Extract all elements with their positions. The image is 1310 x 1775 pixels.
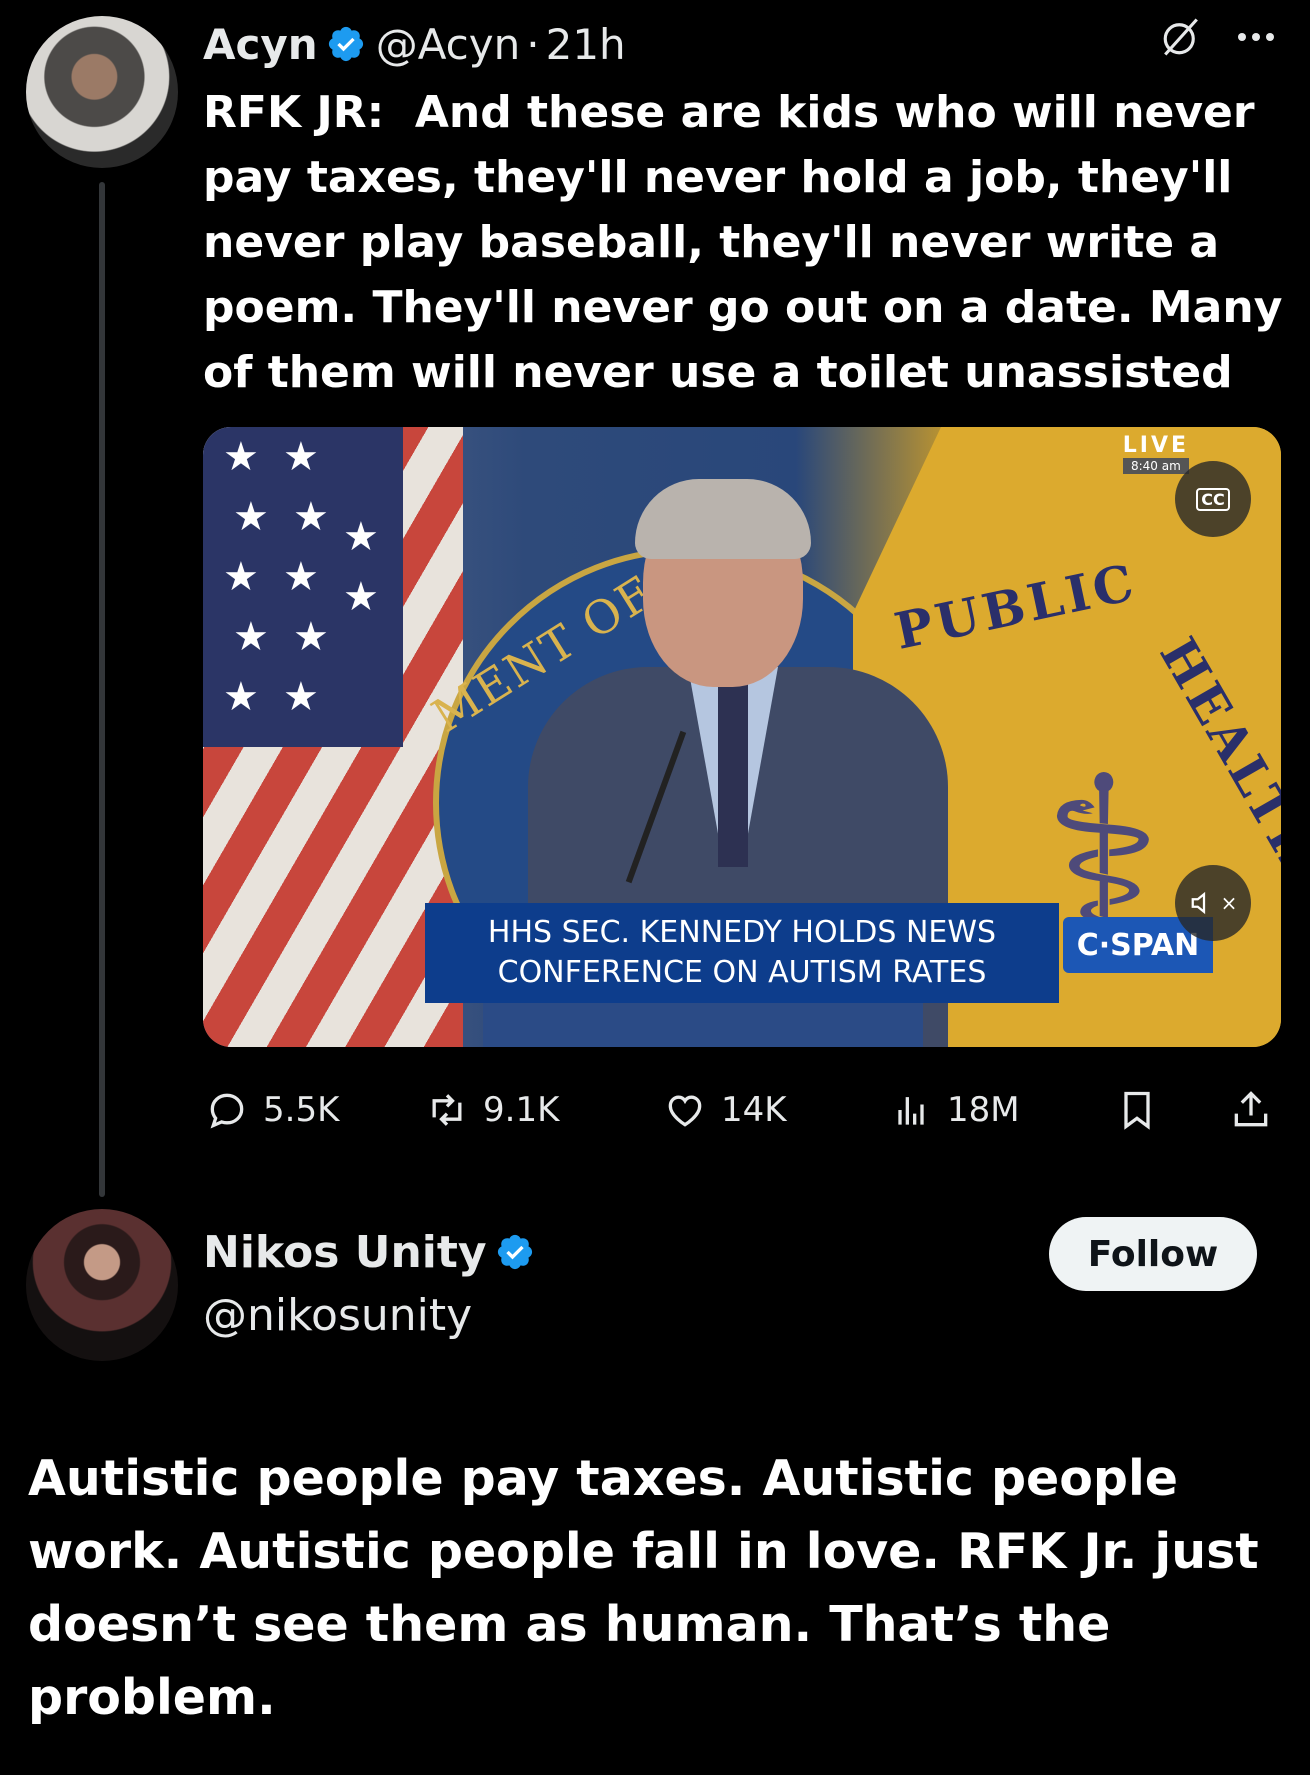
- flag-star: ★: [343, 514, 379, 560]
- reply-action[interactable]: 5.5K: [205, 1080, 339, 1140]
- flag-star: ★: [223, 674, 259, 720]
- follow-button[interactable]: Follow: [1049, 1217, 1257, 1291]
- flag-star: ★: [283, 434, 319, 480]
- tweet-header: Acyn @Acyn · 21h: [203, 14, 626, 74]
- video-player[interactable]: ★ ★ ★ ★ ★ ★ ★ ★ ★ ★ ★ ★ MENT OF PUBLIC H…: [203, 427, 1281, 1047]
- live-label: LIVE: [1122, 433, 1189, 458]
- author-handle[interactable]: @Acyn: [376, 20, 521, 69]
- speaker-tie: [718, 677, 748, 867]
- flag-star: ★: [233, 614, 269, 660]
- reply-author-header: Nikos Unity: [203, 1222, 545, 1282]
- news-lower-third: HHS SEC. KENNEDY HOLDS NEWS CONFERENCE O…: [425, 903, 1059, 1003]
- like-action[interactable]: 14K: [663, 1080, 787, 1140]
- flag-star: ★: [233, 494, 269, 540]
- verified-icon: [497, 1234, 532, 1270]
- views-action[interactable]: 18M: [889, 1080, 1020, 1140]
- share-icon: [1234, 1091, 1268, 1127]
- flag-star: ★: [223, 554, 259, 600]
- nikos-avatar[interactable]: [26, 1209, 178, 1361]
- acyn-avatar[interactable]: [26, 16, 178, 168]
- tweet-top-actions: [1160, 16, 1276, 58]
- bookmark-action[interactable]: [1115, 1080, 1159, 1140]
- thread-line: [99, 182, 105, 1197]
- live-badge: LIVE 8:40 am: [1122, 433, 1189, 474]
- dot-separator: ·: [526, 19, 540, 69]
- lower-third-line1: HHS SEC. KENNEDY HOLDS NEWS: [487, 915, 997, 950]
- reply-text: Autistic people pay taxes. Autistic peop…: [28, 1450, 1259, 1726]
- share-action[interactable]: [1229, 1080, 1273, 1140]
- flag-star: ★: [343, 574, 379, 620]
- mute-x: ×: [1220, 891, 1238, 915]
- flag-star: ★: [283, 674, 319, 720]
- speaker-hair: [635, 479, 811, 559]
- tweet-time[interactable]: 21h: [546, 20, 626, 69]
- repost-action[interactable]: 9.1K: [425, 1080, 559, 1140]
- flag-star: ★: [293, 494, 329, 540]
- mute-button[interactable]: ×: [1175, 865, 1251, 941]
- views-count: 18M: [947, 1090, 1020, 1130]
- reply-icon: [210, 1093, 244, 1129]
- captions-button[interactable]: CC: [1175, 461, 1251, 537]
- reply-author-handle[interactable]: @nikosunity: [203, 1290, 472, 1341]
- reply-count: 5.5K: [263, 1090, 340, 1130]
- live-time: 8:40 am: [1122, 458, 1189, 474]
- like-icon: [668, 1095, 702, 1127]
- author-name[interactable]: Acyn: [203, 20, 318, 69]
- flag-star: ★: [293, 614, 329, 660]
- views-icon: [898, 1097, 924, 1125]
- verified-icon: [328, 26, 363, 62]
- reply-author-name[interactable]: Nikos Unity: [203, 1227, 487, 1278]
- like-count: 14K: [721, 1090, 787, 1130]
- grok-icon[interactable]: [1160, 16, 1202, 58]
- repost-count: 9.1K: [483, 1090, 560, 1130]
- flag-star: ★: [223, 434, 259, 480]
- bookmark-icon: [1124, 1091, 1150, 1130]
- tweet-text: RFK JR: And these are kids who will neve…: [203, 87, 1298, 398]
- more-icon[interactable]: [1236, 31, 1276, 43]
- us-flag-canton: ★ ★ ★ ★ ★ ★ ★ ★ ★ ★ ★ ★: [203, 427, 403, 747]
- cc-icon: CC: [1196, 487, 1230, 511]
- lower-third-line2: CONFERENCE ON AUTISM RATES: [497, 955, 987, 990]
- tweet-actions: 5.5K 9.1K 14K 18M: [203, 1080, 1283, 1140]
- mute-icon: [1191, 891, 1205, 915]
- flag-star: ★: [283, 554, 319, 600]
- repost-icon: [432, 1094, 462, 1126]
